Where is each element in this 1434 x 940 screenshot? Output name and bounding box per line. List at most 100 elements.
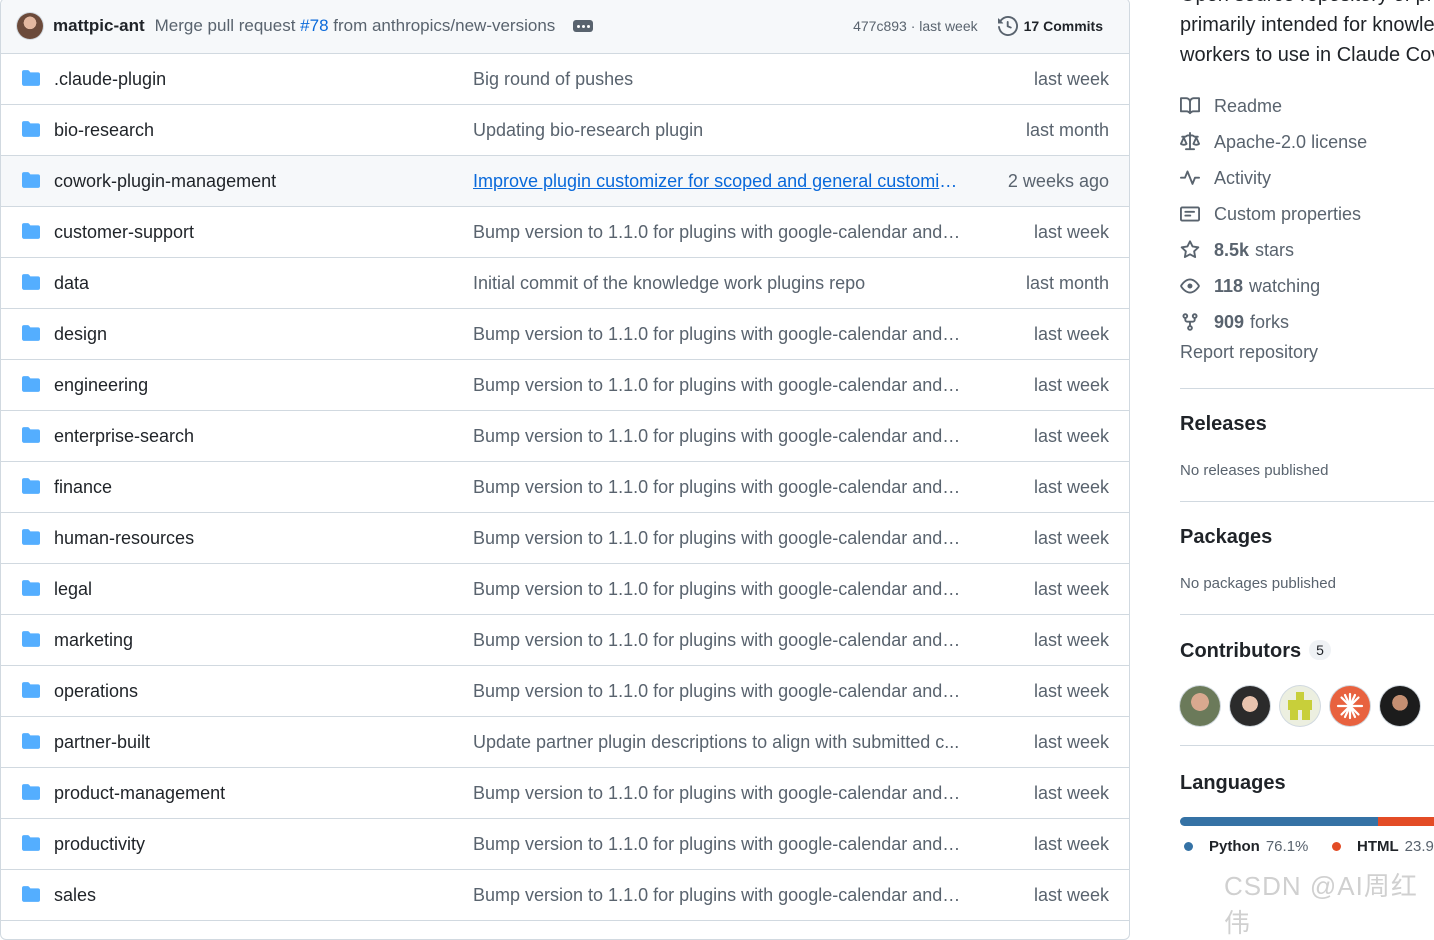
divider — [1180, 501, 1434, 502]
commit-message-link[interactable]: Bump version to 1.1.0 for plugins with g… — [473, 885, 963, 906]
commit-age: last week — [1033, 527, 1109, 548]
file-name-link[interactable]: data — [54, 273, 89, 294]
contributor-avatar[interactable] — [1330, 686, 1370, 726]
file-name-link[interactable]: legal — [54, 579, 92, 600]
folder-icon — [21, 426, 41, 449]
language-color-dot — [1184, 842, 1193, 851]
activity-link[interactable]: Activity — [1180, 160, 1367, 196]
author-avatar[interactable] — [17, 13, 43, 39]
file-row[interactable]: finance Bump version to 1.1.0 for plugins… — [1, 462, 1129, 513]
note-icon — [1180, 206, 1200, 222]
file-name-link[interactable]: sales — [54, 885, 96, 906]
commit-message-link[interactable]: Bump version to 1.1.0 for plugins with g… — [473, 426, 963, 447]
fork-icon — [1182, 313, 1198, 331]
custom-properties-link[interactable]: Custom properties — [1180, 196, 1367, 232]
commit-message-link[interactable]: Bump version to 1.1.0 for plugins with g… — [473, 681, 963, 702]
forks-link[interactable]: 909 forks — [1180, 304, 1367, 340]
file-row[interactable]: bio-research Updating bio-research plugin… — [1, 105, 1129, 156]
commit-message[interactable]: Merge pull request #78 from anthropics/n… — [155, 16, 556, 36]
license-link[interactable]: Apache-2.0 license — [1180, 124, 1367, 160]
file-name-link[interactable]: human-resources — [54, 528, 194, 549]
folder-icon — [21, 69, 41, 92]
file-row[interactable]: engineering Bump version to 1.1.0 for plu… — [1, 360, 1129, 411]
commit-age: last week — [1033, 68, 1109, 89]
about-links: Readme Apache-2.0 license Activity Custo… — [1180, 88, 1367, 340]
file-name-link[interactable]: design — [54, 324, 107, 345]
languages-title: Languages — [1180, 772, 1286, 794]
commit-message-link[interactable]: Bump version to 1.1.0 for plugins with g… — [473, 528, 963, 549]
watching-link[interactable]: 118 watching — [1180, 268, 1367, 304]
stars-link[interactable]: 8.5k stars — [1180, 232, 1367, 268]
commit-message-link[interactable]: Improve plugin customizer for scoped and… — [473, 171, 963, 192]
file-row[interactable]: enterprise-search Bump version to 1.1.0 f… — [1, 411, 1129, 462]
commit-message-link[interactable]: Bump version to 1.1.0 for plugins with g… — [473, 477, 963, 498]
file-name-link[interactable]: productivity — [54, 834, 145, 855]
commit-message-link[interactable]: Bump version to 1.1.0 for plugins with g… — [473, 375, 963, 396]
file-name-link[interactable]: operations — [54, 681, 138, 702]
report-repository-link[interactable]: Report repository — [1180, 342, 1318, 363]
commit-author[interactable]: mattpic-ant — [53, 16, 145, 36]
folder-icon — [21, 324, 41, 347]
file-row[interactable]: customer-support Bump version to 1.1.0 fo… — [1, 207, 1129, 258]
file-row[interactable]: productivity Bump version to 1.1.0 for pl… — [1, 819, 1129, 870]
file-row[interactable]: partner-built Update partner plugin descr… — [1, 717, 1129, 768]
file-row[interactable]: data Initial commit of the knowledge work… — [1, 258, 1129, 309]
file-name-link[interactable]: bio-research — [54, 120, 154, 141]
readme-link[interactable]: Readme — [1180, 88, 1367, 124]
contributors-count-badge: 5 — [1309, 640, 1331, 660]
commit-age: last week — [1033, 425, 1109, 446]
file-name-link[interactable]: .claude-plugin — [54, 69, 166, 90]
releases-title[interactable]: Releases — [1180, 413, 1267, 436]
file-row[interactable]: .claude-plugin Big round of pushes last we… — [1, 54, 1129, 105]
file-name-link[interactable]: engineering — [54, 375, 148, 396]
contributor-avatar[interactable] — [1280, 686, 1320, 726]
commit-message-link[interactable]: Bump version to 1.1.0 for plugins with g… — [473, 783, 963, 804]
commit-message-link[interactable]: Bump version to 1.1.0 for plugins with g… — [473, 579, 963, 600]
language-html[interactable]: HTML23.9% — [1332, 838, 1434, 855]
file-name-link[interactable]: product-management — [54, 783, 225, 804]
language-python[interactable]: Python 76.1% — [1184, 838, 1308, 855]
expand-message-button[interactable] — [573, 20, 594, 32]
contributor-avatar[interactable] — [1380, 686, 1420, 726]
commit-message-link[interactable]: Big round of pushes — [473, 69, 963, 90]
commit-age: last week — [1033, 323, 1109, 344]
language-bar — [1180, 817, 1434, 826]
file-row[interactable]: cowork-plugin-management Improve plugin c… — [1, 156, 1129, 207]
commit-message-link[interactable]: Bump version to 1.1.0 for plugins with g… — [473, 630, 963, 651]
commit-message-link[interactable]: Update partner plugin descriptions to al… — [473, 732, 963, 753]
file-row[interactable]: legal Bump version to 1.1.0 for plugins w… — [1, 564, 1129, 615]
history-icon — [997, 16, 1018, 36]
pr-link[interactable]: #78 — [300, 16, 328, 35]
file-name-link[interactable]: enterprise-search — [54, 426, 194, 447]
file-name-link[interactable]: marketing — [54, 630, 133, 651]
book-icon — [1180, 97, 1200, 115]
packages-title[interactable]: Packages — [1180, 526, 1272, 549]
commit-age: last month — [1025, 119, 1109, 140]
folder-icon — [21, 273, 41, 296]
divider — [1180, 745, 1434, 746]
file-name-link[interactable]: partner-built — [54, 732, 150, 753]
file-row[interactable]: sales Bump version to 1.1.0 for plugins w… — [1, 870, 1129, 921]
commit-message-link[interactable]: Initial commit of the knowledge work plu… — [473, 273, 963, 294]
file-name-link[interactable]: customer-support — [54, 222, 194, 243]
commit-message-link[interactable]: Bump version to 1.1.0 for plugins with g… — [473, 834, 963, 855]
file-row[interactable]: design Bump version to 1.1.0 for plugins … — [1, 309, 1129, 360]
file-name-link[interactable]: finance — [54, 477, 112, 498]
commit-sha-age[interactable]: 477c893 · last week — [853, 18, 978, 34]
file-row[interactable]: marketing Bump version to 1.1.0 for plugi… — [1, 615, 1129, 666]
contributors-title[interactable]: Contributors 5 — [1180, 640, 1331, 663]
file-name-link[interactable]: cowork-plugin-management — [54, 171, 276, 192]
file-row[interactable]: product-management Bump version to 1.1.0 … — [1, 768, 1129, 819]
commit-message-link[interactable]: Updating bio-research plugin — [473, 120, 963, 141]
contributor-avatar[interactable] — [1230, 686, 1270, 726]
commit-message-link[interactable]: Bump version to 1.1.0 for plugins with g… — [473, 222, 963, 243]
file-row[interactable]: human-resources Bump version to 1.1.0 for… — [1, 513, 1129, 564]
commits-link[interactable]: 17 Commits — [997, 16, 1103, 36]
file-row[interactable]: operations Bump version to 1.1.0 for plug… — [1, 666, 1129, 717]
folder-icon — [21, 528, 41, 551]
commit-age: 2 weeks ago — [1007, 170, 1109, 191]
watermark: CSDN @AI周红伟 — [1224, 871, 1418, 938]
contributor-avatar[interactable] — [1180, 686, 1220, 726]
folder-icon — [21, 783, 41, 806]
commit-message-link[interactable]: Bump version to 1.1.0 for plugins with g… — [473, 324, 963, 345]
